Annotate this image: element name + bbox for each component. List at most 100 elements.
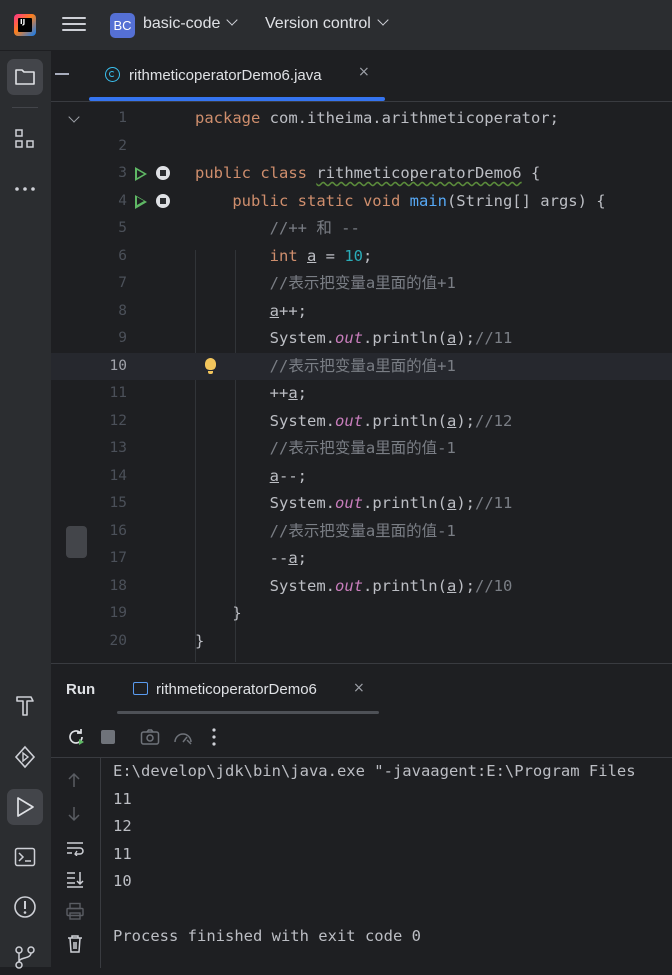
code-token: //11 bbox=[475, 494, 513, 512]
line-number[interactable]: 6 bbox=[99, 243, 127, 271]
line-number[interactable]: 7 bbox=[99, 270, 127, 298]
code-line[interactable]: 2 bbox=[51, 133, 672, 161]
line-number[interactable]: 17 bbox=[99, 545, 127, 573]
line-number[interactable]: 3 bbox=[99, 160, 127, 188]
stop-icon[interactable] bbox=[101, 730, 115, 744]
code-line[interactable]: 15 System.out.println(a);//11 bbox=[51, 490, 672, 518]
print-icon[interactable] bbox=[65, 902, 85, 920]
breakpoint-icon[interactable] bbox=[156, 166, 170, 180]
code-token: public static void bbox=[232, 191, 410, 210]
coverage-icon[interactable] bbox=[172, 727, 194, 747]
console-line: 11 bbox=[113, 844, 132, 863]
code-line[interactable]: 7 //表示把变量a里面的值+1 bbox=[51, 270, 672, 298]
arrow-up-icon[interactable] bbox=[67, 772, 81, 788]
project-view-button[interactable] bbox=[7, 59, 43, 95]
project-badge[interactable]: BC bbox=[110, 13, 135, 38]
structure-button[interactable] bbox=[7, 121, 43, 157]
build-button[interactable] bbox=[7, 687, 43, 723]
code-token: a bbox=[446, 494, 457, 512]
breakpoint-icon[interactable] bbox=[156, 193, 170, 208]
code-text: a--; bbox=[195, 463, 307, 491]
line-number[interactable]: 16 bbox=[99, 518, 127, 546]
code-token: = bbox=[316, 246, 345, 265]
tab-close-icon[interactable]: × bbox=[358, 64, 370, 80]
rerun-icon[interactable] bbox=[66, 727, 86, 747]
code-token: .println( bbox=[362, 576, 447, 595]
line-number[interactable]: 4 bbox=[99, 188, 127, 216]
code-token: out bbox=[334, 576, 363, 595]
java-class-icon bbox=[105, 67, 120, 82]
code-token: package bbox=[195, 109, 270, 127]
code-token: } bbox=[195, 631, 205, 650]
project-selector[interactable]: basic-code bbox=[143, 14, 239, 33]
line-number[interactable]: 12 bbox=[99, 408, 127, 436]
code-line[interactable]: 11 ++a; bbox=[51, 380, 672, 408]
vcs-selector[interactable]: Version control bbox=[265, 14, 389, 33]
scroll-to-end-icon[interactable] bbox=[65, 870, 85, 888]
run-tool-button[interactable] bbox=[7, 789, 43, 825]
code-line[interactable]: 5 //++ 和 -- bbox=[51, 215, 672, 243]
code-line[interactable]: 16 //表示把变量a里面的值-1 bbox=[51, 518, 672, 546]
console-output[interactable]: E:\develop\jdk\bin\java.exe "-javaagent:… bbox=[113, 758, 672, 951]
code-line[interactable]: 14 a--; bbox=[51, 463, 672, 491]
code-line[interactable]: 18 System.out.println(a);//10 bbox=[51, 573, 672, 601]
line-number[interactable]: 13 bbox=[99, 435, 127, 463]
code-token: //表示把变量a里面的值-1 bbox=[269, 521, 456, 540]
code-line[interactable]: 3 public class rithmeticoperatorDemo6 { bbox=[51, 160, 672, 188]
soft-wrap-icon[interactable] bbox=[65, 840, 85, 856]
line-number[interactable]: 10 bbox=[99, 353, 127, 381]
code-token: //10 bbox=[475, 576, 513, 595]
code-token: { bbox=[521, 164, 541, 182]
code-line[interactable]: 12 System.out.println(a);//12 bbox=[51, 408, 672, 436]
code-token: System. bbox=[195, 576, 335, 595]
line-number[interactable]: 8 bbox=[99, 298, 127, 326]
line-number[interactable]: 9 bbox=[99, 325, 127, 353]
line-number[interactable]: 19 bbox=[99, 600, 127, 628]
code-token: public class bbox=[195, 164, 317, 182]
code-line[interactable]: 20} bbox=[51, 628, 672, 656]
line-number[interactable]: 2 bbox=[99, 133, 127, 161]
code-line[interactable]: 19 } bbox=[51, 600, 672, 628]
git-button[interactable] bbox=[7, 939, 43, 975]
line-number[interactable]: 15 bbox=[99, 490, 127, 518]
editor-tab[interactable]: rithmeticoperatorDemo6.java × bbox=[89, 51, 385, 101]
run-tab-label[interactable]: rithmeticoperatorDemo6 bbox=[156, 681, 317, 698]
code-line[interactable]: 10 //表示把变量a里面的值+1 bbox=[51, 352, 672, 381]
line-number[interactable]: 18 bbox=[99, 573, 127, 601]
run-gutter-icon[interactable] bbox=[135, 194, 147, 209]
line-number[interactable]: 14 bbox=[99, 463, 127, 491]
main-menu-icon[interactable] bbox=[62, 13, 86, 37]
line-number[interactable]: 11 bbox=[99, 380, 127, 408]
code-line[interactable]: 8 a++; bbox=[51, 298, 672, 326]
run-toolbar bbox=[51, 715, 672, 758]
services-button[interactable] bbox=[7, 739, 43, 775]
trash-icon[interactable] bbox=[66, 934, 84, 954]
code-text: package com.itheima.arithmeticoperator; bbox=[195, 105, 559, 133]
code-line[interactable]: 9 System.out.println(a);//11 bbox=[51, 325, 672, 353]
code-line[interactable]: 1 package com.itheima.arithmeticoperator; bbox=[51, 105, 672, 133]
code-token: a bbox=[446, 411, 457, 430]
code-line[interactable]: 6 int a = 10; bbox=[51, 243, 672, 271]
terminal-button[interactable] bbox=[7, 839, 43, 875]
code-token: rithmeticoperatorDemo6 bbox=[316, 164, 522, 182]
arrow-down-icon[interactable] bbox=[67, 806, 81, 822]
collapse-icon[interactable] bbox=[55, 73, 69, 75]
code-line[interactable]: 13 //表示把变量a里面的值-1 bbox=[51, 435, 672, 463]
screenshot-icon[interactable] bbox=[140, 728, 160, 746]
more-tools-button[interactable] bbox=[7, 171, 43, 207]
intellij-logo-icon[interactable]: IJ bbox=[14, 14, 36, 36]
line-number[interactable]: 20 bbox=[99, 628, 127, 656]
code-area[interactable]: 1 package com.itheima.arithmeticoperator;… bbox=[51, 101, 672, 662]
line-number[interactable]: 1 bbox=[99, 105, 127, 133]
code-line[interactable]: 4 public static void main(String[] args)… bbox=[51, 188, 672, 216]
line-number[interactable]: 5 bbox=[99, 215, 127, 243]
more-vertical-icon[interactable] bbox=[211, 727, 217, 747]
code-line[interactable]: 17 --a; bbox=[51, 545, 672, 573]
run-icon bbox=[17, 797, 34, 817]
run-gutter-icon[interactable] bbox=[135, 167, 147, 181]
problems-button[interactable] bbox=[7, 889, 43, 925]
run-tab-close-icon[interactable]: × bbox=[353, 680, 365, 696]
